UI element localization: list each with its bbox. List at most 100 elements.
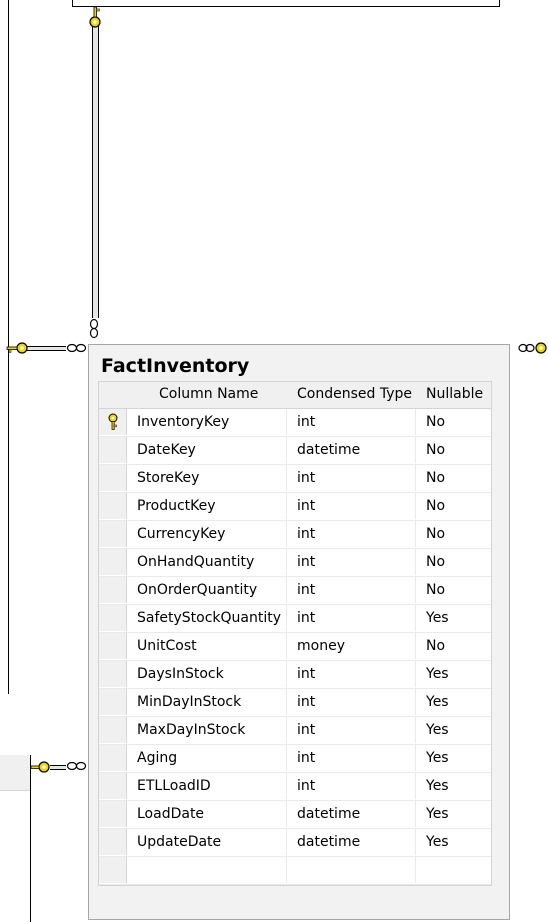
row-selector[interactable] [99, 689, 127, 715]
column-type[interactable]: int [297, 722, 315, 738]
relationship-line-vertical[interactable] [92, 26, 99, 318]
column-type[interactable]: datetime [297, 806, 360, 822]
column-name[interactable]: StoreKey [137, 470, 199, 486]
row-selector[interactable] [99, 829, 127, 855]
column-type[interactable]: int [297, 526, 315, 542]
column-name[interactable]: OnHandQuantity [137, 554, 254, 570]
table-row[interactable]: SafetyStockQuantity int Yes [99, 605, 491, 633]
bottom-left-table-header [0, 755, 30, 791]
column-name[interactable]: MaxDayInStock [137, 722, 245, 738]
table-row[interactable]: Aging int Yes [99, 745, 491, 773]
column-divider [415, 437, 416, 463]
column-type[interactable]: int [297, 470, 315, 486]
table-row[interactable]: OnHandQuantity int No [99, 549, 491, 577]
column-nullable[interactable]: No [426, 526, 445, 542]
nullable-header[interactable]: Nullable [426, 386, 483, 402]
column-divider [286, 661, 287, 687]
many-cardinality-icon [89, 318, 99, 339]
column-divider [415, 857, 416, 883]
relationship-line-bottom-left[interactable] [50, 765, 66, 770]
column-type[interactable]: int [297, 666, 315, 682]
column-nullable[interactable]: No [426, 442, 445, 458]
table-row[interactable]: DateKey datetime No [99, 437, 491, 465]
column-type[interactable]: int [297, 554, 315, 570]
column-type[interactable]: int [297, 778, 315, 794]
row-selector[interactable] [99, 605, 127, 631]
column-divider [415, 633, 416, 659]
column-name[interactable]: CurrencyKey [137, 526, 225, 542]
table-row[interactable]: ETLLoadID int Yes [99, 773, 491, 801]
table-row[interactable]: LoadDate datetime Yes [99, 801, 491, 829]
column-type[interactable]: int [297, 750, 315, 766]
table-row[interactable]: CurrencyKey int No [99, 521, 491, 549]
row-selector[interactable] [99, 577, 127, 603]
table-title: FactInventory [101, 355, 250, 377]
column-nullable[interactable]: No [426, 498, 445, 514]
row-selector[interactable] [99, 549, 127, 575]
row-selector[interactable] [99, 437, 127, 463]
column-grid[interactable]: Column Name Condensed Type Nullable Inve… [98, 381, 492, 886]
relationship-line-left[interactable] [26, 346, 66, 351]
column-name[interactable]: ProductKey [137, 498, 216, 514]
row-selector[interactable] [99, 493, 127, 519]
column-name[interactable]: Aging [137, 750, 177, 766]
column-nullable[interactable]: No [426, 414, 445, 430]
table-row[interactable]: ProductKey int No [99, 493, 491, 521]
row-selector[interactable] [99, 521, 127, 547]
column-name[interactable]: DateKey [137, 442, 196, 458]
row-selector[interactable] [99, 801, 127, 827]
column-nullable[interactable]: No [426, 582, 445, 598]
column-type[interactable]: datetime [297, 834, 360, 850]
condensed-type-header[interactable]: Condensed Type [297, 386, 412, 402]
table-row[interactable]: UpdateDate datetime Yes [99, 829, 491, 857]
table-row[interactable]: DaysInStock int Yes [99, 661, 491, 689]
column-nullable[interactable]: Yes [426, 722, 449, 738]
column-nullable[interactable]: No [426, 470, 445, 486]
table-row[interactable]: MaxDayInStock int Yes [99, 717, 491, 745]
row-selector[interactable] [99, 857, 127, 883]
table-panel[interactable]: FactInventory Column Name Condensed Type… [88, 344, 510, 920]
table-row[interactable]: MinDayInStock int Yes [99, 689, 491, 717]
table-row[interactable]: StoreKey int No [99, 465, 491, 493]
top-table-left-edge [72, 0, 73, 7]
column-name[interactable]: LoadDate [137, 806, 204, 822]
column-nullable[interactable]: Yes [426, 750, 449, 766]
row-selector[interactable] [99, 745, 127, 771]
column-type[interactable]: money [297, 638, 345, 654]
column-type[interactable]: int [297, 414, 315, 430]
row-selector[interactable] [99, 661, 127, 687]
column-nullable[interactable]: Yes [426, 834, 449, 850]
column-name[interactable]: SafetyStockQuantity [137, 610, 281, 626]
row-selector[interactable] [99, 633, 127, 659]
row-selector[interactable] [99, 465, 127, 491]
table-row[interactable] [99, 857, 491, 885]
column-name[interactable]: DaysInStock [137, 666, 224, 682]
column-name-header[interactable]: Column Name [159, 386, 258, 402]
column-nullable[interactable]: Yes [426, 806, 449, 822]
column-nullable[interactable]: No [426, 638, 445, 654]
column-name[interactable]: MinDayInStock [137, 694, 241, 710]
row-selector[interactable] [99, 773, 127, 799]
column-name[interactable]: UpdateDate [137, 834, 221, 850]
table-row[interactable]: InventoryKey int No [99, 409, 491, 437]
column-nullable[interactable]: Yes [426, 666, 449, 682]
column-nullable[interactable]: Yes [426, 778, 449, 794]
column-name[interactable]: UnitCost [137, 638, 197, 654]
column-divider [415, 829, 416, 855]
row-selector[interactable] [99, 409, 127, 435]
column-nullable[interactable]: Yes [426, 610, 449, 626]
column-nullable[interactable]: Yes [426, 694, 449, 710]
column-divider [286, 745, 287, 771]
table-row[interactable]: OnOrderQuantity int No [99, 577, 491, 605]
column-name[interactable]: InventoryKey [137, 414, 229, 430]
column-type[interactable]: int [297, 694, 315, 710]
column-type[interactable]: int [297, 498, 315, 514]
column-nullable[interactable]: No [426, 554, 445, 570]
column-type[interactable]: datetime [297, 442, 360, 458]
column-type[interactable]: int [297, 610, 315, 626]
column-name[interactable]: ETLLoadID [137, 778, 211, 794]
column-type[interactable]: int [297, 582, 315, 598]
table-row[interactable]: UnitCost money No [99, 633, 491, 661]
column-name[interactable]: OnOrderQuantity [137, 582, 257, 598]
row-selector[interactable] [99, 717, 127, 743]
